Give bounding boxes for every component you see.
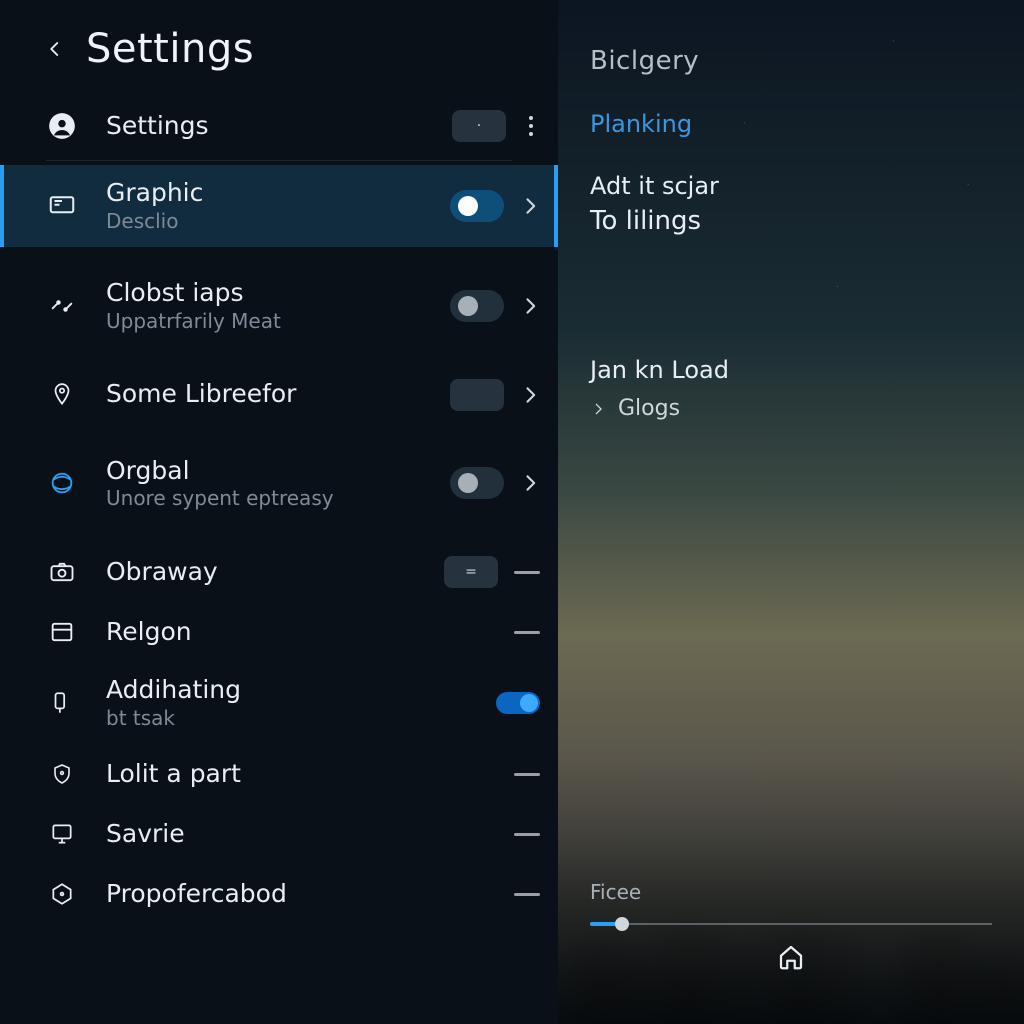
preview-panel: Biclgery Planking Adt it scjar To liling… xyxy=(558,0,1024,1024)
row-some-libreefor-value[interactable] xyxy=(450,379,504,411)
row-settings-top-controls: · xyxy=(452,110,540,142)
hex-icon xyxy=(46,878,78,910)
shield-icon xyxy=(46,758,78,790)
row-addihating-switch[interactable] xyxy=(496,692,540,714)
starfield-decoration xyxy=(558,0,1024,1024)
preview-link-planking[interactable]: Planking xyxy=(590,110,992,138)
row-orgbal[interactable]: Orgbal Unore sypent eptreasy xyxy=(0,443,558,525)
preview-block-1-line2: To lilings xyxy=(590,206,992,236)
preview-footer: Ficee xyxy=(590,880,992,934)
row-obraway[interactable]: Obraway = xyxy=(0,542,558,602)
preview-block-1-line1: Adt it scjar xyxy=(590,172,992,200)
slider-thumb[interactable] xyxy=(615,917,629,931)
row-addihating[interactable]: Addihating bt tsak xyxy=(0,662,558,744)
preview-block-2: Jan kn Load Glogs xyxy=(590,356,992,421)
home-icon[interactable] xyxy=(776,942,806,972)
row-addihating-label: Addihating xyxy=(106,676,468,705)
row-clobst-iaps-sub: Uppatrfarily Meat xyxy=(106,310,422,333)
row-savrie[interactable]: Savrie xyxy=(0,804,558,864)
chevron-right-icon xyxy=(520,385,540,405)
row-some-libreefor-label: Some Libreefor xyxy=(106,380,422,409)
row-graphic-toggle[interactable] xyxy=(450,190,504,222)
row-orgbal-toggle[interactable] xyxy=(450,467,504,499)
row-obraway-label: Obraway xyxy=(106,558,416,587)
preview-block-2-small-label: Glogs xyxy=(618,396,680,421)
arrows-icon xyxy=(46,290,78,322)
row-clobst-iaps-label: Clobst iaps xyxy=(106,279,422,308)
camera-icon xyxy=(46,556,78,588)
preview-block-2-small: Glogs xyxy=(590,396,992,421)
settings-header: Settings xyxy=(0,20,558,96)
kebab-menu-icon[interactable] xyxy=(522,112,540,140)
row-addihating-sub: bt tsak xyxy=(106,707,468,730)
dash-icon xyxy=(514,893,540,896)
pointer-icon xyxy=(46,687,78,719)
preview-title: Biclgery xyxy=(590,46,992,76)
row-orgbal-sub: Unore sypent eptreasy xyxy=(106,487,422,510)
row-propofercabod[interactable]: Propofercabod xyxy=(0,864,558,924)
row-relgon-label: Relgon xyxy=(106,618,486,647)
row-lolit-a-part[interactable]: Lolit a part xyxy=(0,744,558,804)
panel-icon xyxy=(46,616,78,648)
divider xyxy=(46,160,512,161)
settings-panel: Settings Settings · Graphic Desclio xyxy=(0,0,558,1024)
forward-icon xyxy=(590,400,608,418)
display-icon xyxy=(46,190,78,222)
row-settings-top[interactable]: Settings · xyxy=(0,96,558,156)
preview-block-1: Adt it scjar To lilings xyxy=(590,172,992,236)
slider-track xyxy=(590,923,992,925)
row-propofercabod-label: Propofercabod xyxy=(106,880,486,909)
user-icon xyxy=(46,110,78,142)
row-settings-top-value[interactable]: · xyxy=(452,110,506,142)
slider-label: Ficee xyxy=(590,880,992,904)
row-some-libreefor[interactable]: Some Libreefor xyxy=(0,365,558,425)
dash-icon xyxy=(514,833,540,836)
ficee-slider[interactable] xyxy=(590,914,992,934)
settings-title: Settings xyxy=(86,26,254,72)
row-clobst-iaps[interactable]: Clobst iaps Uppatrfarily Meat xyxy=(0,265,558,347)
preview-block-2-line1: Jan kn Load xyxy=(590,356,992,384)
app-root: Settings Settings · Graphic Desclio xyxy=(0,0,1024,1024)
dash-icon xyxy=(514,773,540,776)
dash-icon xyxy=(514,571,540,574)
row-graphic[interactable]: Graphic Desclio xyxy=(0,165,558,247)
chevron-right-icon xyxy=(520,196,540,216)
row-lolit-a-part-label: Lolit a part xyxy=(106,760,486,789)
monitor-icon xyxy=(46,818,78,850)
row-graphic-label: Graphic xyxy=(106,179,422,208)
row-clobst-iaps-toggle[interactable] xyxy=(450,290,504,322)
back-icon[interactable] xyxy=(46,40,64,58)
chevron-right-icon xyxy=(520,473,540,493)
row-relgon[interactable]: Relgon xyxy=(0,602,558,662)
row-savrie-label: Savrie xyxy=(106,820,486,849)
orbit-icon xyxy=(46,467,78,499)
chevron-right-icon xyxy=(520,296,540,316)
row-orgbal-label: Orgbal xyxy=(106,457,422,486)
row-settings-top-label: Settings xyxy=(106,112,424,141)
pin-icon xyxy=(46,379,78,411)
dash-icon xyxy=(514,631,540,634)
row-obraway-value[interactable]: = xyxy=(444,556,498,588)
row-graphic-sub: Desclio xyxy=(106,210,422,233)
